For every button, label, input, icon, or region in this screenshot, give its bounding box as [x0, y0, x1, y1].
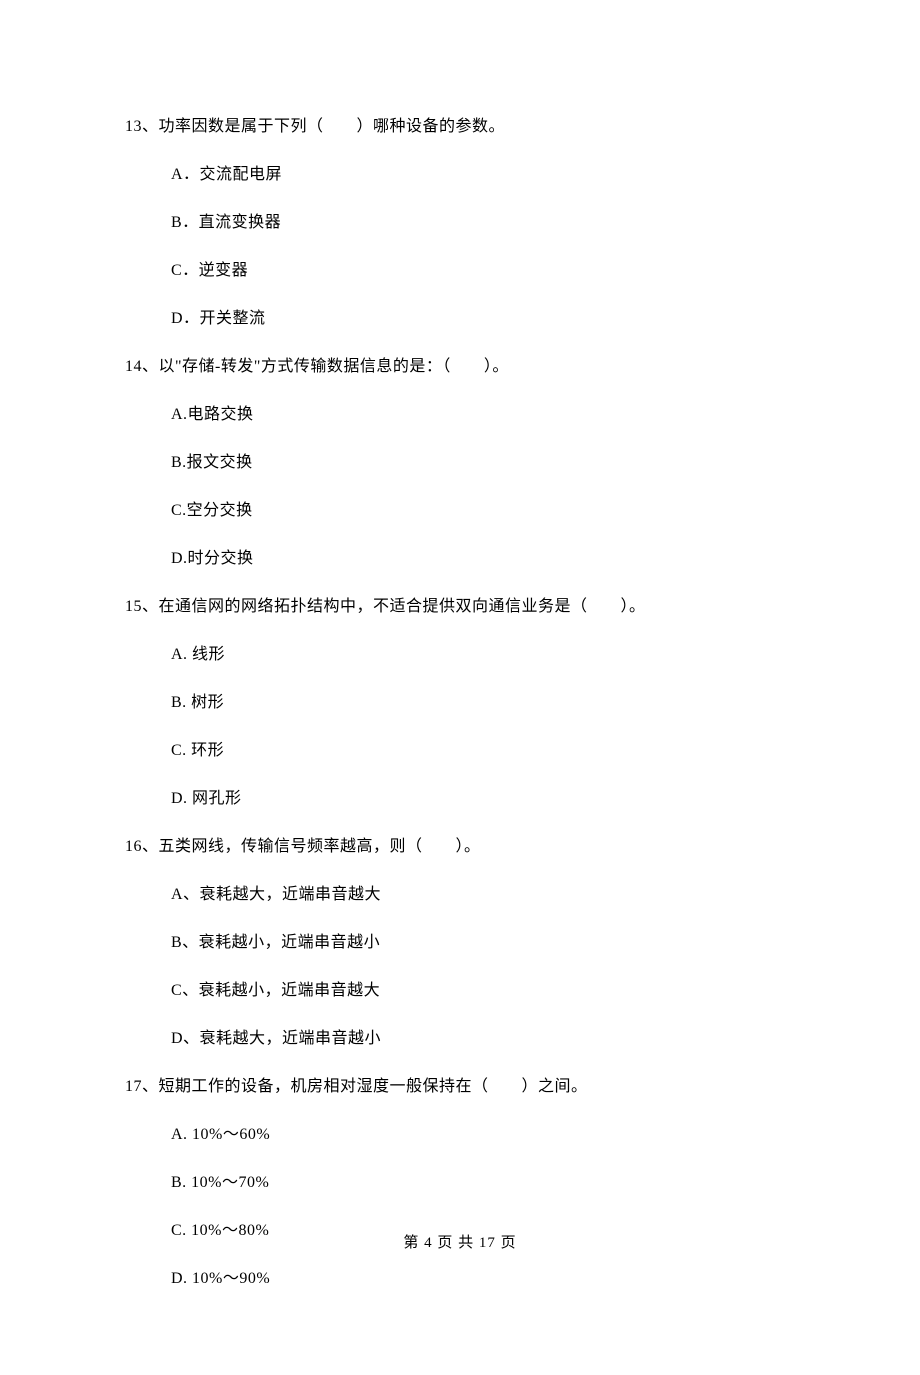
- question-13: 13、功率因数是属于下列（ ）哪种设备的参数。 A．交流配电屏 B．直流变换器 …: [125, 115, 795, 331]
- option-a: A. 10%～60%: [171, 1123, 795, 1147]
- option-b: B. 树形: [171, 691, 795, 715]
- option-b: B.报文交换: [171, 451, 795, 475]
- option-d: D.时分交换: [171, 547, 795, 571]
- question-stem: 17、短期工作的设备，机房相对湿度一般保持在（ ）之间。: [125, 1075, 795, 1099]
- options-group: A.电路交换 B.报文交换 C.空分交换 D.时分交换: [125, 403, 795, 571]
- page-content: 13、功率因数是属于下列（ ）哪种设备的参数。 A．交流配电屏 B．直流变换器 …: [0, 0, 920, 1375]
- question-17: 17、短期工作的设备，机房相对湿度一般保持在（ ）之间。 A. 10%～60% …: [125, 1075, 795, 1291]
- options-group: A．交流配电屏 B．直流变换器 C．逆变器 D．开关整流: [125, 163, 795, 331]
- option-a: A. 线形: [171, 643, 795, 667]
- option-c: C．逆变器: [171, 259, 795, 283]
- option-a: A．交流配电屏: [171, 163, 795, 187]
- option-a: A、衰耗越大，近端串音越大: [171, 883, 795, 907]
- question-stem: 13、功率因数是属于下列（ ）哪种设备的参数。: [125, 115, 795, 139]
- option-c: C. 环形: [171, 739, 795, 763]
- options-group: A. 10%～60% B. 10%～70% C. 10%～80% D. 10%～…: [125, 1123, 795, 1291]
- options-group: A. 线形 B. 树形 C. 环形 D. 网孔形: [125, 643, 795, 811]
- question-stem: 16、五类网线，传输信号频率越高，则（ ）。: [125, 835, 795, 859]
- question-14: 14、以"存储-转发"方式传输数据信息的是：（ ）。 A.电路交换 B.报文交换…: [125, 355, 795, 571]
- option-b: B．直流变换器: [171, 211, 795, 235]
- option-d: D、衰耗越大，近端串音越小: [171, 1027, 795, 1051]
- option-c: C.空分交换: [171, 499, 795, 523]
- option-c: C、衰耗越小，近端串音越大: [171, 979, 795, 1003]
- question-16: 16、五类网线，传输信号频率越高，则（ ）。 A、衰耗越大，近端串音越大 B、衰…: [125, 835, 795, 1051]
- option-d: D. 10%～90%: [171, 1267, 795, 1291]
- option-d: D．开关整流: [171, 307, 795, 331]
- option-b: B. 10%～70%: [171, 1171, 795, 1195]
- question-stem: 14、以"存储-转发"方式传输数据信息的是：（ ）。: [125, 355, 795, 379]
- options-group: A、衰耗越大，近端串音越大 B、衰耗越小，近端串音越小 C、衰耗越小，近端串音越…: [125, 883, 795, 1051]
- question-15: 15、在通信网的网络拓扑结构中，不适合提供双向通信业务是（ ）。 A. 线形 B…: [125, 595, 795, 811]
- option-d: D. 网孔形: [171, 787, 795, 811]
- option-b: B、衰耗越小，近端串音越小: [171, 931, 795, 955]
- option-a: A.电路交换: [171, 403, 795, 427]
- page-footer: 第 4 页 共 17 页: [0, 1232, 920, 1255]
- question-stem: 15、在通信网的网络拓扑结构中，不适合提供双向通信业务是（ ）。: [125, 595, 795, 619]
